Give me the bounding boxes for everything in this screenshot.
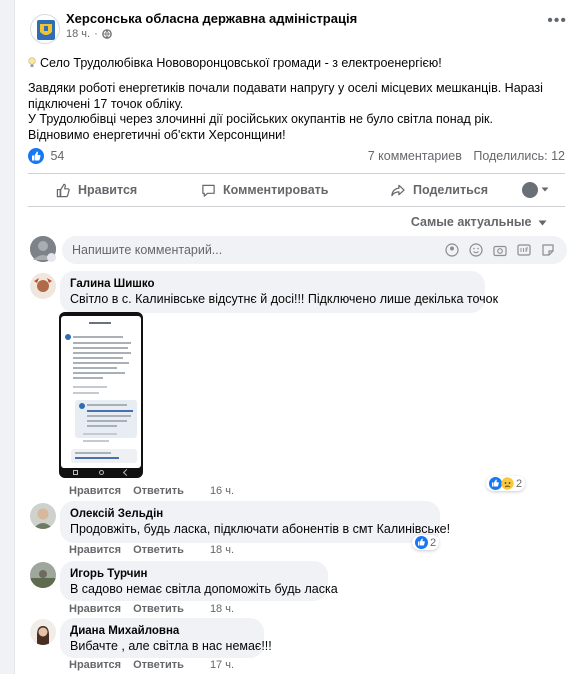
comment-attachment-image[interactable] bbox=[59, 312, 143, 478]
share-icon bbox=[391, 184, 405, 196]
avatar-sticker-icon[interactable] bbox=[445, 243, 459, 257]
gif-icon[interactable] bbox=[517, 243, 531, 257]
page-background-strip bbox=[0, 0, 14, 674]
commenter-avatar[interactable] bbox=[30, 619, 56, 645]
comment-reply-button[interactable]: Ответить bbox=[133, 544, 184, 556]
comment-author[interactable]: Галина Шишко bbox=[70, 278, 475, 290]
globe-icon bbox=[101, 29, 112, 39]
comment-author[interactable]: Игорь Турчин bbox=[70, 568, 318, 580]
emoji-icon[interactable] bbox=[469, 243, 483, 257]
comment-time[interactable]: 18 ч. bbox=[210, 544, 234, 556]
comment-reactions[interactable]: 2 bbox=[486, 476, 526, 491]
post-time[interactable]: 18 ч. bbox=[66, 28, 90, 40]
comment-bubble: Диана Михайловна Вибачте , але світла в … bbox=[60, 618, 272, 658]
comment-time[interactable]: 17 ч. bbox=[210, 659, 234, 671]
lightbulb-icon bbox=[28, 56, 36, 67]
more-options-icon[interactable]: ••• bbox=[547, 12, 567, 30]
comment-meta: Нравится Ответить 16 ч. bbox=[69, 485, 234, 497]
post-meta: 18 ч. · bbox=[66, 28, 112, 40]
comment-like-button[interactable]: Нравится bbox=[69, 544, 121, 556]
comment-meta: Нравится Ответить 17 ч. bbox=[69, 659, 234, 671]
comment-reactions[interactable]: 2 bbox=[412, 535, 440, 550]
comment-text: Світло в с. Калинівське відсутнє й досі!… bbox=[70, 292, 499, 306]
thumbs-up-icon bbox=[56, 183, 70, 197]
reaction-count[interactable]: 54 bbox=[50, 149, 64, 163]
post-paragraph-1: Село Трудолюбівка Нововоронцовської гром… bbox=[28, 55, 548, 71]
comment-icon bbox=[202, 184, 215, 197]
comment-like-button[interactable]: Нравится bbox=[69, 485, 121, 497]
audience-selector[interactable] bbox=[522, 182, 549, 198]
comment-button[interactable]: Комментировать bbox=[201, 183, 328, 198]
like-reaction-icon[interactable] bbox=[28, 148, 44, 164]
comment-meta: Нравится Ответить 18 ч. bbox=[69, 544, 234, 556]
comment-bubble: Олексій Зельдін Продовжіть, будь ласка, … bbox=[60, 501, 451, 543]
phone-nav-bar bbox=[73, 468, 131, 477]
comment-like-button[interactable]: Нравится bbox=[69, 659, 121, 671]
avatar bbox=[522, 182, 538, 198]
comment-author[interactable]: Олексій Зельдін bbox=[70, 508, 430, 520]
post-paragraph-2: Завдяки роботі енергетиків почали подава… bbox=[28, 81, 543, 111]
chevron-down-icon bbox=[47, 253, 56, 262]
commenter-avatar[interactable] bbox=[30, 273, 56, 299]
shares-count[interactable]: Поделились: 12 bbox=[473, 149, 565, 163]
sticker-icon[interactable] bbox=[541, 243, 555, 257]
share-button[interactable]: Поделиться bbox=[390, 183, 488, 198]
commenter-avatar[interactable] bbox=[30, 562, 56, 588]
post-actions-bar: Нравится Комментировать Поделиться bbox=[28, 173, 565, 207]
comment-like-button[interactable]: Нравится bbox=[69, 603, 121, 615]
like-button[interactable]: Нравится bbox=[56, 183, 137, 198]
reactions-summary: 54 7 комментариев Поделились: 12 bbox=[28, 148, 565, 166]
sort-comments-dropdown[interactable]: Самые актуальные bbox=[411, 215, 547, 229]
comment-meta: Нравится Ответить 18 ч. bbox=[69, 603, 234, 615]
comment-text: Продовжіть, будь ласка, підключати абоне… bbox=[70, 522, 451, 536]
comments-count[interactable]: 7 комментариев bbox=[368, 149, 462, 163]
comment-text: В садово немає світла допоможіть будь ла… bbox=[70, 582, 338, 596]
comment-bubble: Галина Шишко Світло в с. Калинівське від… bbox=[60, 271, 499, 313]
page-avatar[interactable] bbox=[30, 14, 60, 44]
comment-text: Вибачте , але світла в нас немає!!! bbox=[70, 639, 272, 653]
comment-reply-button[interactable]: Ответить bbox=[133, 659, 184, 671]
commenter-avatar[interactable] bbox=[30, 503, 56, 529]
coat-of-arms-icon bbox=[37, 20, 55, 40]
chevron-down-icon bbox=[541, 187, 549, 192]
like-reaction-icon bbox=[415, 536, 428, 549]
comment-reply-button[interactable]: Ответить bbox=[133, 603, 184, 615]
comment-reply-button[interactable]: Ответить bbox=[133, 485, 184, 497]
caret-down-icon bbox=[538, 220, 547, 226]
sad-reaction-icon bbox=[501, 477, 514, 490]
page-name[interactable]: Херсонська обласна державна адміністраці… bbox=[66, 11, 357, 26]
comment-time[interactable]: 16 ч. bbox=[210, 485, 234, 497]
comment-author[interactable]: Диана Михайловна bbox=[70, 625, 254, 637]
comment-time[interactable]: 18 ч. bbox=[210, 603, 234, 615]
camera-icon[interactable] bbox=[493, 243, 507, 257]
post-paragraph-3: У Трудолюбівці через злочинні дії російс… bbox=[28, 112, 493, 142]
user-avatar[interactable] bbox=[30, 236, 56, 262]
comment-input-tools bbox=[445, 243, 555, 257]
write-comment-row: Напишите комментарий... bbox=[30, 236, 567, 266]
comment-bubble: Игорь Турчин В садово немає світла допом… bbox=[60, 561, 338, 601]
post-header: Херсонська обласна державна адміністраці… bbox=[14, 10, 587, 44]
